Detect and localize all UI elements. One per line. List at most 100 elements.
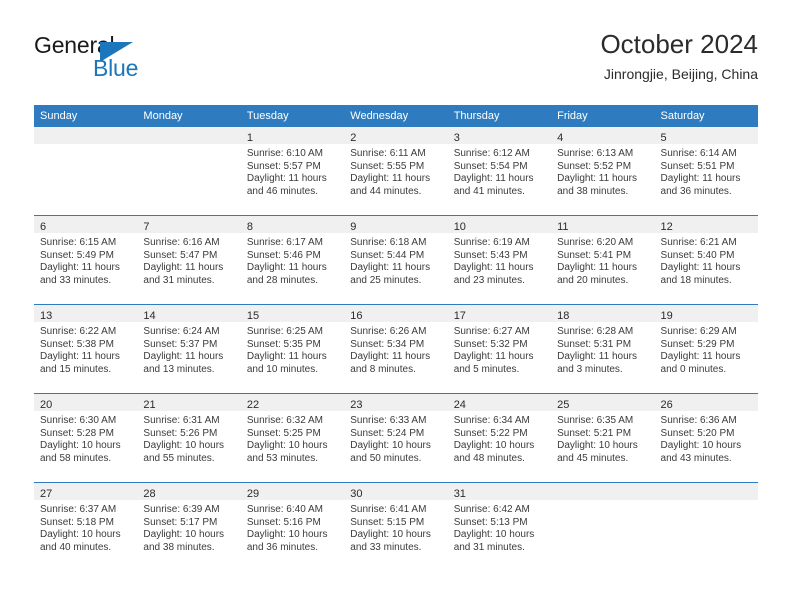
sunrise-text: Sunrise: 6:31 AM: [143, 415, 220, 426]
sunset-text: Sunset: 5:41 PM: [557, 249, 632, 261]
calendar-page: General Blue October 2024 Jinrongjie, Be…: [0, 0, 792, 612]
calendar-day-cell[interactable]: 30 Sunrise: 6:41 AM Sunset: 5:15 PM Dayligh…: [344, 482, 448, 571]
sunset-text: Sunset: 5:15 PM: [350, 516, 425, 528]
calendar-day-cell[interactable]: 25 Sunrise: 6:35 AM Sunset: 5:21 PM Dayligh…: [551, 393, 655, 483]
sunset-text: Sunset: 5:21 PM: [557, 427, 632, 439]
sunset-text: Sunset: 5:26 PM: [143, 427, 218, 439]
day-number-strip: 14: [137, 305, 241, 322]
daylight-text-line2: and 33 minutes.: [350, 541, 422, 553]
calendar-day-cell[interactable]: 11 Sunrise: 6:20 AM Sunset: 5:41 PM Dayligh…: [551, 215, 655, 305]
calendar-day-cell[interactable]: 18 Sunrise: 6:28 AM Sunset: 5:31 PM Dayligh…: [551, 304, 655, 394]
calendar-day-cell[interactable]: 20 Sunrise: 6:30 AM Sunset: 5:28 PM Dayligh…: [34, 393, 138, 483]
calendar-day-cell[interactable]: 19 Sunrise: 6:29 AM Sunset: 5:29 PM Dayligh…: [654, 304, 758, 394]
calendar-day-cell[interactable]: [137, 127, 241, 216]
calendar-day-cell[interactable]: 8 Sunrise: 6:17 AM Sunset: 5:46 PM Daylight…: [240, 215, 345, 305]
daylight-text-line1: Daylight: 11 hours: [246, 262, 327, 274]
daylight-text-line1: Daylight: 10 hours: [350, 529, 431, 541]
day-number-strip: 27: [34, 483, 138, 500]
sunrise-text: Sunrise: 6:26 AM: [350, 326, 427, 337]
calendar-day-cell[interactable]: [34, 127, 138, 216]
day-cell-inner: 17 Sunrise: 6:27 AM Sunset: 5:32 PM Dayligh…: [447, 305, 552, 393]
sunrise-text: Sunrise: 6:19 AM: [453, 237, 530, 248]
calendar-day-cell[interactable]: 26 Sunrise: 6:36 AM Sunset: 5:20 PM Dayligh…: [654, 393, 758, 483]
sunrise-text: Sunrise: 6:17 AM: [246, 237, 323, 248]
weekday-header-friday: Friday: [551, 105, 655, 127]
day-cell-inner: 29 Sunrise: 6:40 AM Sunset: 5:16 PM Dayligh…: [240, 483, 345, 571]
day-details: Sunrise: 6:32 AM Sunset: 5:25 PM Daylight:…: [241, 411, 344, 465]
daylight-text-line2: and 3 minutes.: [557, 363, 623, 375]
calendar-day-cell[interactable]: 29 Sunrise: 6:40 AM Sunset: 5:16 PM Dayligh…: [240, 482, 345, 571]
sunset-text: Sunset: 5:46 PM: [246, 249, 321, 261]
day-number-strip: 6: [34, 216, 138, 233]
calendar-day-cell[interactable]: 28 Sunrise: 6:39 AM Sunset: 5:17 PM Dayligh…: [137, 482, 241, 571]
brand-logo[interactable]: General Blue: [34, 32, 254, 90]
calendar-day-cell[interactable]: 22 Sunrise: 6:32 AM Sunset: 5:25 PM Dayligh…: [240, 393, 345, 483]
calendar-day-cell[interactable]: [551, 482, 655, 571]
day-number: 26: [660, 399, 673, 411]
day-number-strip: 16: [344, 305, 448, 322]
calendar-day-cell[interactable]: 6 Sunrise: 6:15 AM Sunset: 5:49 PM Daylight…: [34, 215, 138, 305]
day-cell-inner: 1 Sunrise: 6:10 AM Sunset: 5:57 PM Daylight…: [240, 127, 345, 215]
day-number: 8: [246, 221, 253, 233]
daylight-text-line2: and 38 minutes.: [143, 541, 215, 553]
sunrise-text: Sunrise: 6:29 AM: [660, 326, 737, 337]
day-details: Sunrise: 6:33 AM Sunset: 5:24 PM Daylight:…: [344, 411, 447, 465]
sunrise-text: Sunrise: 6:37 AM: [40, 504, 117, 515]
day-number-strip: 15: [240, 305, 345, 322]
calendar-day-cell[interactable]: [654, 482, 758, 571]
calendar-day-cell[interactable]: 24 Sunrise: 6:34 AM Sunset: 5:22 PM Dayligh…: [447, 393, 552, 483]
calendar-day-cell[interactable]: 4 Sunrise: 6:13 AM Sunset: 5:52 PM Daylight…: [551, 127, 655, 216]
daylight-text-line1: Daylight: 11 hours: [557, 351, 637, 363]
day-number-strip: 12: [654, 216, 758, 233]
calendar-day-cell[interactable]: 23 Sunrise: 6:33 AM Sunset: 5:24 PM Dayligh…: [344, 393, 448, 483]
day-number: 12: [660, 221, 673, 233]
calendar-day-cell[interactable]: 12 Sunrise: 6:21 AM Sunset: 5:40 PM Dayligh…: [654, 215, 758, 305]
daylight-text-line2: and 13 minutes.: [143, 363, 215, 375]
day-number: 30: [350, 488, 363, 500]
calendar-day-cell[interactable]: 14 Sunrise: 6:24 AM Sunset: 5:37 PM Dayligh…: [137, 304, 241, 394]
day-number: 9: [350, 221, 357, 233]
calendar-day-cell[interactable]: 31 Sunrise: 6:42 AM Sunset: 5:13 PM Dayligh…: [447, 482, 552, 571]
calendar-day-cell[interactable]: 3 Sunrise: 6:12 AM Sunset: 5:54 PM Daylight…: [447, 127, 552, 216]
day-number: 22: [246, 399, 260, 411]
day-cell-inner: 20 Sunrise: 6:30 AM Sunset: 5:28 PM Dayligh…: [34, 394, 138, 482]
calendar-day-cell[interactable]: 9 Sunrise: 6:18 AM Sunset: 5:44 PM Daylight…: [344, 215, 448, 305]
calendar-day-cell[interactable]: 13 Sunrise: 6:22 AM Sunset: 5:38 PM Dayligh…: [34, 304, 138, 394]
sunrise-text: Sunrise: 6:35 AM: [557, 415, 634, 426]
day-number-strip: 1: [240, 127, 345, 144]
daylight-text-line2: and 38 minutes.: [557, 185, 629, 197]
day-details: Sunrise: 6:19 AM Sunset: 5:43 PM Daylight:…: [448, 233, 551, 287]
calendar-week-row: 6 Sunrise: 6:15 AM Sunset: 5:49 PM Daylight…: [34, 215, 758, 305]
day-cell-inner: 8 Sunrise: 6:17 AM Sunset: 5:46 PM Daylight…: [240, 216, 345, 304]
day-details: Sunrise: 6:10 AM Sunset: 5:57 PM Daylight:…: [241, 144, 344, 198]
calendar-day-cell[interactable]: 17 Sunrise: 6:27 AM Sunset: 5:32 PM Dayligh…: [447, 304, 552, 394]
sunrise-text: Sunrise: 6:21 AM: [660, 237, 737, 248]
calendar-day-cell[interactable]: 15 Sunrise: 6:25 AM Sunset: 5:35 PM Dayligh…: [240, 304, 345, 394]
calendar-day-cell[interactable]: 1 Sunrise: 6:10 AM Sunset: 5:57 PM Daylight…: [240, 127, 345, 216]
sunrise-text: Sunrise: 6:11 AM: [350, 148, 426, 159]
calendar-week-row: 1 Sunrise: 6:10 AM Sunset: 5:57 PM Daylight…: [34, 127, 758, 216]
day-cell-inner: 4 Sunrise: 6:13 AM Sunset: 5:52 PM Daylight…: [551, 127, 655, 215]
sunrise-text: Sunrise: 6:14 AM: [660, 148, 737, 159]
calendar-day-cell[interactable]: 7 Sunrise: 6:16 AM Sunset: 5:47 PM Daylight…: [137, 215, 241, 305]
day-details: Sunrise: 6:17 AM Sunset: 5:46 PM Daylight:…: [241, 233, 344, 287]
calendar-day-cell[interactable]: 5 Sunrise: 6:14 AM Sunset: 5:51 PM Daylight…: [654, 127, 758, 216]
day-details: Sunrise: 6:37 AM Sunset: 5:18 PM Daylight:…: [34, 500, 137, 554]
sunrise-text: Sunrise: 6:42 AM: [453, 504, 530, 515]
day-cell-inner: [34, 127, 138, 215]
calendar-day-cell[interactable]: 16 Sunrise: 6:26 AM Sunset: 5:34 PM Dayligh…: [344, 304, 448, 394]
daylight-text-line2: and 50 minutes.: [350, 452, 422, 464]
calendar-day-cell[interactable]: 10 Sunrise: 6:19 AM Sunset: 5:43 PM Dayligh…: [447, 215, 552, 305]
day-number-strip: 3: [447, 127, 552, 144]
sunrise-text: Sunrise: 6:40 AM: [246, 504, 323, 515]
calendar-day-cell[interactable]: 27 Sunrise: 6:37 AM Sunset: 5:18 PM Dayligh…: [34, 482, 138, 571]
day-details: Sunrise: 6:40 AM Sunset: 5:16 PM Daylight:…: [241, 500, 344, 554]
day-details: Sunrise: 6:35 AM Sunset: 5:21 PM Daylight:…: [551, 411, 654, 465]
calendar-day-cell[interactable]: 2 Sunrise: 6:11 AM Sunset: 5:55 PM Daylight…: [344, 127, 448, 216]
calendar-day-cell[interactable]: 21 Sunrise: 6:31 AM Sunset: 5:26 PM Dayligh…: [137, 393, 241, 483]
sunrise-text: Sunrise: 6:36 AM: [660, 415, 737, 426]
day-details: Sunrise: 6:14 AM Sunset: 5:51 PM Daylight:…: [655, 144, 758, 198]
daylight-text-line1: Daylight: 11 hours: [660, 351, 741, 363]
day-details: Sunrise: 6:21 AM Sunset: 5:40 PM Daylight:…: [655, 233, 758, 287]
day-number: 27: [40, 488, 53, 500]
